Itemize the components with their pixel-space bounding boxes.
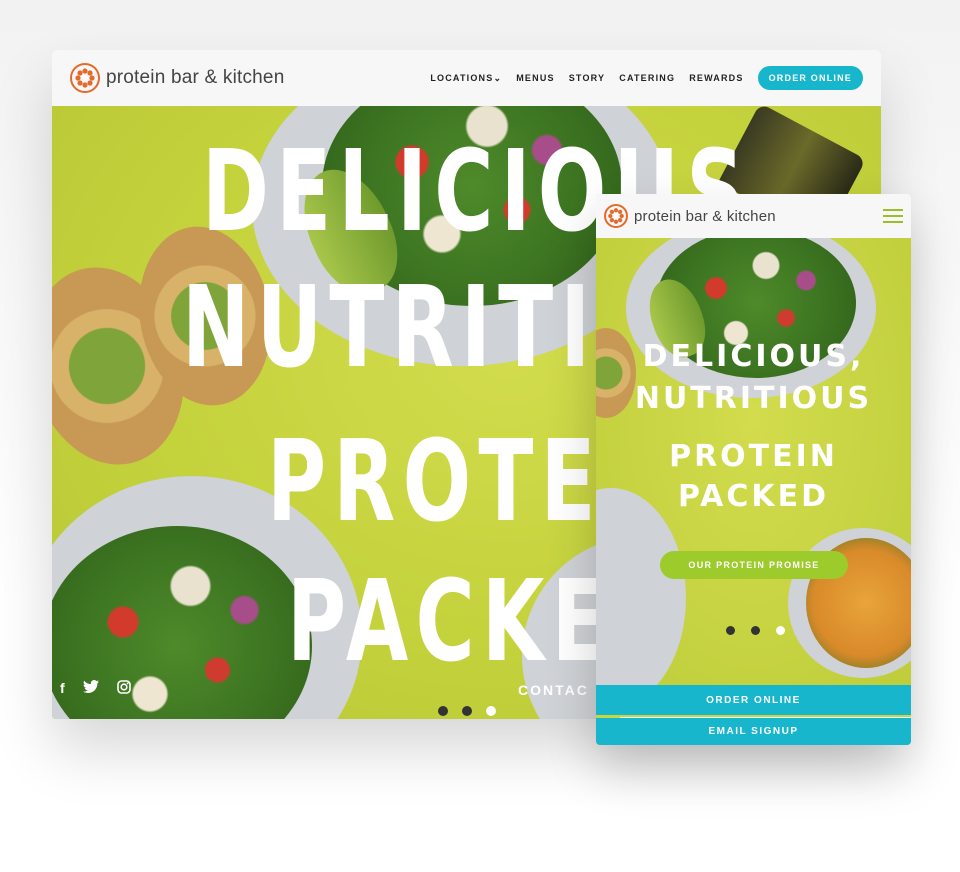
flower-logo-icon <box>604 204 628 228</box>
mobile-nav: protein bar & kitchen <box>596 194 911 238</box>
chevron-down-icon: ⌄ <box>493 72 503 83</box>
nav-item-menus[interactable]: MENUS <box>516 73 555 83</box>
nav-item-locations[interactable]: LOCATIONS⌄ <box>430 73 502 84</box>
desktop-nav: protein bar & kitchen LOCATIONS⌄ MENUS S… <box>52 50 881 106</box>
mobile-slider-dot-3[interactable] <box>776 626 785 635</box>
facebook-icon[interactable]: f <box>60 680 65 697</box>
contact-link[interactable]: CONTAC <box>518 682 589 698</box>
brand-name: protein bar & kitchen <box>106 67 285 88</box>
nav-item-catering[interactable]: CATERING <box>619 73 675 83</box>
slider-dot-3[interactable] <box>486 706 496 716</box>
protein-promise-button[interactable]: OUR PROTEIN PROMISE <box>660 551 848 579</box>
flower-logo-icon <box>70 63 100 93</box>
nav-item-story[interactable]: STORY <box>569 73 606 83</box>
slider-dot-2[interactable] <box>462 706 472 716</box>
mobile-email-signup-button[interactable]: EMAIL SIGNUP <box>596 718 911 745</box>
nav-item-locations-label: LOCATIONS <box>430 72 494 83</box>
hamburger-menu-icon[interactable] <box>883 209 903 223</box>
mobile-mockup: protein bar & kitchen DELICIOUS, NUTRITI… <box>596 194 911 745</box>
instagram-icon[interactable] <box>116 680 131 697</box>
mobile-slider-dot-2[interactable] <box>751 626 760 635</box>
nav-item-rewards[interactable]: REWARDS <box>689 73 743 83</box>
social-links: f <box>60 680 131 697</box>
mobile-hero-line-1: DELICIOUS, <box>642 339 865 374</box>
mobile-hero-line-2: NUTRITIOUS <box>634 381 873 416</box>
mobile-slider-dot-1[interactable] <box>726 626 735 635</box>
mobile-hero: DELICIOUS, NUTRITIOUS PROTEIN PACKED OUR… <box>596 218 911 708</box>
mobile-brand-name: protein bar & kitchen <box>634 207 776 225</box>
order-online-button[interactable]: ORDER ONLINE <box>757 66 863 90</box>
mobile-hero-line-3: PROTEIN <box>669 439 838 474</box>
twitter-icon[interactable] <box>82 680 99 697</box>
mobile-slider-dots <box>726 626 785 635</box>
brand-logo[interactable]: protein bar & kitchen <box>70 63 284 93</box>
slider-dots <box>438 706 496 716</box>
hero-line-3: PROTE <box>267 417 603 547</box>
mobile-hero-line-4: PACKED <box>677 479 830 514</box>
nav-links: LOCATIONS⌄ MENUS STORY CATERING REWARDS … <box>430 66 863 90</box>
mobile-order-online-button[interactable]: ORDER ONLINE <box>596 685 911 715</box>
mobile-brand-logo[interactable]: protein bar & kitchen <box>604 204 776 228</box>
mobile-plate-bottom-left <box>596 488 686 708</box>
hero-line-4: PACKE <box>287 557 614 687</box>
slider-dot-1[interactable] <box>438 706 448 716</box>
